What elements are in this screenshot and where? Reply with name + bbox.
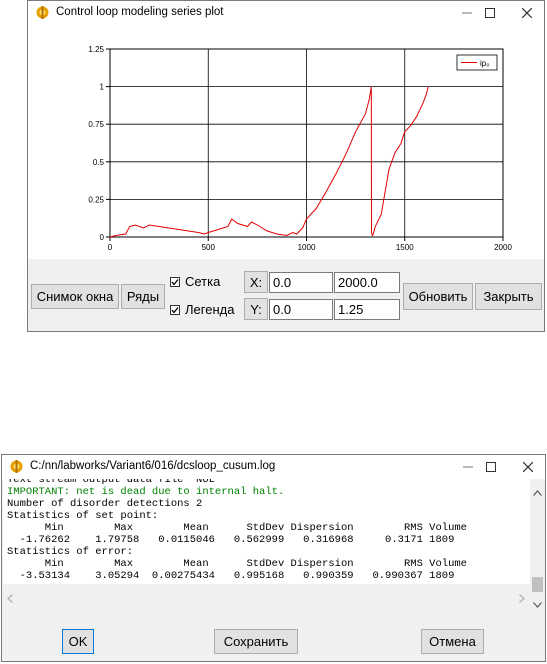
refresh-button[interactable]: Обновить xyxy=(403,283,473,310)
log-window: C:/nn/labworks/Variant6/016/dcsloop_cusu… xyxy=(1,454,546,662)
scroll-up-arrow-icon[interactable] xyxy=(533,483,542,501)
legend-label: ip₀ xyxy=(480,59,490,68)
log-line: Text stream output data file 'NUL' xyxy=(7,479,222,486)
ok-button[interactable]: OK xyxy=(62,629,94,654)
cancel-button[interactable]: Отмена xyxy=(421,629,484,654)
x-tick-label: 1500 xyxy=(396,243,414,252)
y-tick-label: 1 xyxy=(100,83,105,92)
log-line: Statistics of set point: xyxy=(7,510,159,522)
close-window-button[interactable] xyxy=(505,455,547,479)
close-window-button[interactable] xyxy=(504,1,547,25)
y-tick-label: 0.5 xyxy=(93,158,105,167)
log-line: IMPORTANT: net is dead due to internal h… xyxy=(7,486,285,498)
legend-checkbox[interactable] xyxy=(170,305,180,315)
y-range-button[interactable]: Y: xyxy=(244,298,268,320)
save-button[interactable]: Сохранить xyxy=(214,629,298,654)
grid-checkbox[interactable] xyxy=(170,277,180,287)
horizontal-scrollbar[interactable] xyxy=(3,585,530,603)
x-min-field[interactable]: 0.0 xyxy=(269,272,333,293)
y-tick-label: 1.25 xyxy=(88,45,104,54)
y-tick-label: 0 xyxy=(100,233,105,242)
checkmark-icon xyxy=(171,279,179,286)
scroll-down-arrow-icon[interactable] xyxy=(533,595,542,613)
y-max-field[interactable]: 1.25 xyxy=(334,299,400,320)
log-line: Min Max Mean StdDev Dispersion RMS Volum… xyxy=(7,558,467,570)
checkmark-icon xyxy=(171,307,179,314)
app-icon xyxy=(10,460,23,473)
plot-window-titlebar[interactable]: Control loop modeling series plot xyxy=(28,1,544,25)
x-tick-label: 2000 xyxy=(494,243,512,252)
scroll-left-arrow-icon[interactable] xyxy=(7,590,13,608)
x-tick-label: 0 xyxy=(108,243,113,252)
log-window-titlebar[interactable]: C:/nn/labworks/Variant6/016/dcsloop_cusu… xyxy=(2,455,545,479)
log-line: -3.53134 3.05294 0.00275434 0.995168 0.9… xyxy=(7,570,455,582)
scrollbar-thumb[interactable] xyxy=(532,577,543,592)
x-tick-label: 1000 xyxy=(298,243,316,252)
close-button[interactable]: Закрыть xyxy=(475,283,542,310)
y-tick-label: 0.75 xyxy=(88,120,104,129)
x-tick-label: 500 xyxy=(202,243,216,252)
y-min-field[interactable]: 0.0 xyxy=(269,299,333,320)
legend-checkbox-label: Легенда xyxy=(185,302,235,317)
app-icon xyxy=(36,6,49,19)
log-line: -1.76262 1.79758 0.0115046 0.562999 0.31… xyxy=(7,534,455,546)
y-tick-label: 0.25 xyxy=(88,195,104,204)
snapshot-button[interactable]: Снимок окна xyxy=(31,284,119,309)
plot-area: 0 500 1000 1500 2000 0 0.25 0.5 0.75 1 1.25 ip₀ xyxy=(28,25,544,259)
x-max-field[interactable]: 2000.0 xyxy=(334,272,400,293)
log-line: Number of disorder detections 2 xyxy=(7,498,203,510)
series-button[interactable]: Ряды xyxy=(121,284,165,309)
log-line: Min Max Mean StdDev Dispersion RMS Volum… xyxy=(7,522,467,534)
plot-window-title: Control loop modeling series plot xyxy=(56,6,224,18)
log-line: Statistics of error: xyxy=(7,546,134,558)
grid-checkbox-label: Сетка xyxy=(185,274,221,289)
scroll-right-arrow-icon[interactable] xyxy=(519,590,525,608)
log-window-title: C:/nn/labworks/Variant6/016/dcsloop_cusu… xyxy=(30,460,276,472)
vertical-scrollbar[interactable] xyxy=(530,479,545,608)
log-text-area[interactable]: Text stream output data file 'NUL' IMPORT… xyxy=(3,479,530,584)
plot-window: Control loop modeling series plot 0 500 10… xyxy=(27,0,545,332)
x-range-button[interactable]: X: xyxy=(244,271,268,293)
